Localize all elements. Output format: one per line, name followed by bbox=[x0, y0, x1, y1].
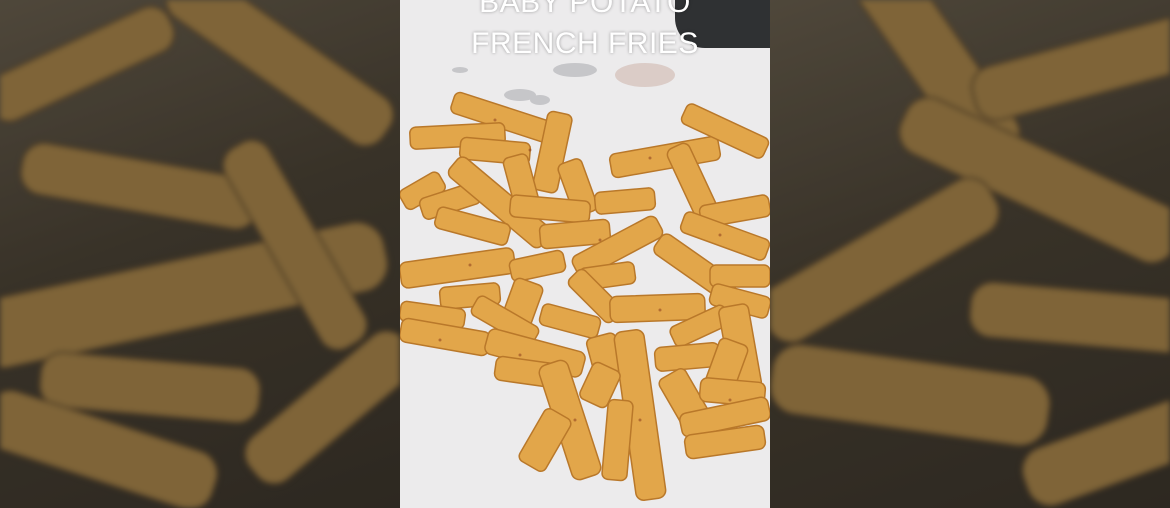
fries-photo: BABY POTATO FRENCH FRIES bbox=[400, 0, 770, 508]
blurred-fries-right bbox=[770, 0, 1170, 507]
overlay-title-line1: BABY POTATO bbox=[479, 0, 691, 19]
blurred-backdrop-right bbox=[770, 0, 1170, 508]
blurred-backdrop-left bbox=[0, 0, 400, 508]
overlay-title-line2: FRENCH FRIES bbox=[471, 27, 699, 60]
blurred-fries-left bbox=[0, 0, 400, 508]
video-thumbnail[interactable]: BABY POTATO FRENCH FRIES bbox=[0, 0, 1170, 508]
french-fries-illustration bbox=[400, 63, 770, 501]
